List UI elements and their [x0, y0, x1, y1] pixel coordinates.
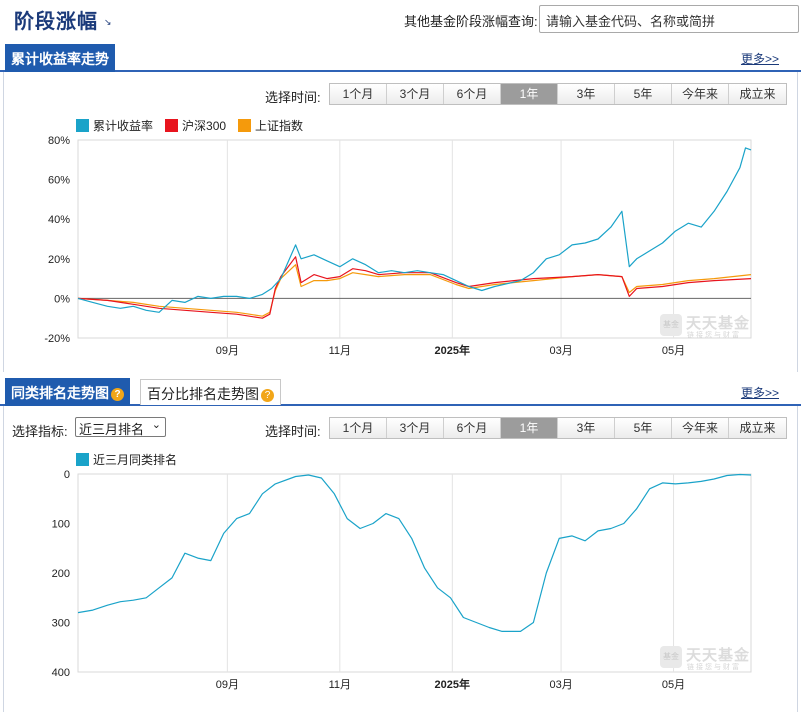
help-icon[interactable]: ? [111, 388, 124, 401]
series-line-0[interactable] [77, 473, 752, 632]
x-tick-label: 03月 [549, 679, 572, 691]
rank-chart-panel: 选择指标: 近三月排名 ⌄ 选择时间: 1个月 3个月 6个月 1年 3年 5年 今年来 成立… [3, 406, 798, 712]
plot-frame [77, 473, 752, 673]
y-tick-label: 80% [48, 135, 70, 147]
top-header: 阶段涨幅 ↘ 其他基金阶段涨幅查询: 请输入基金代码、名称或简拼 [0, 0, 801, 36]
y-tick-label: 40% [48, 214, 70, 226]
page-title: 阶段涨幅 [14, 11, 98, 33]
x-tick-label: 11月 [329, 679, 351, 691]
y-tick-label: 200 [52, 568, 70, 580]
watermark-badge: 基金 [660, 314, 682, 336]
watermark-slogan: 链接您与财富 [687, 332, 741, 339]
title-arrow-icon[interactable]: ↘ [104, 17, 112, 28]
x-tick-label: 2025年 [435, 677, 470, 691]
return-chart-panel: 选择时间: 1个月 3个月 6个月 1年 3年 5年 今年来 成立来 累计收益率 沪深300 上证… [3, 72, 798, 372]
x-tick-label: 2025年 [435, 343, 470, 357]
y-tick-label: 100 [52, 519, 70, 531]
fund-search-input[interactable]: 请输入基金代码、名称或简拼 [539, 5, 799, 33]
section-bar-rank: 同类排名走势图? 百分比排名走势图? 更多>> [0, 378, 801, 406]
x-tick-label: 03月 [549, 345, 572, 357]
x-tick-label: 05月 [662, 345, 685, 357]
y-tick-label: 0% [54, 293, 70, 305]
x-tick-label: 05月 [662, 679, 685, 691]
tab-percentile-label: 百分比排名走势图 [147, 386, 259, 402]
y-tick-label: 60% [48, 175, 70, 187]
x-tick-label: 09月 [216, 345, 239, 357]
watermark-slogan: 链接您与财富 [687, 664, 741, 671]
help-icon[interactable]: ? [261, 389, 274, 402]
watermark-badge: 基金 [660, 646, 682, 668]
tab-peer-rank-trend[interactable]: 同类排名走势图? [5, 378, 130, 406]
x-tick-label: 09月 [216, 679, 239, 691]
tab-cumulative-return[interactable]: 累计收益率走势 [5, 44, 115, 72]
x-tick-label: 11月 [329, 345, 351, 357]
tab-peer-rank-label: 同类排名走势图 [11, 385, 109, 401]
query-label: 其他基金阶段涨幅查询: [404, 14, 538, 29]
watermark-logo: 基金 天天基金 链接您与财富 [660, 312, 752, 340]
watermark-logo: 基金 天天基金 链接您与财富 [660, 644, 752, 672]
series-line-1[interactable] [77, 256, 752, 319]
y-tick-label: 20% [48, 254, 70, 266]
more-link-rank[interactable]: 更多>> [741, 384, 779, 401]
tab-percentile-rank-trend[interactable]: 百分比排名走势图? [140, 379, 281, 405]
y-tick-label: 300 [52, 618, 70, 630]
y-tick-label: 0 [64, 469, 70, 481]
more-link-return[interactable]: 更多>> [741, 50, 779, 67]
section-bar-return: 累计收益率走势 更多>> [0, 44, 801, 72]
y-tick-label: 400 [52, 667, 70, 679]
y-tick-label: -20% [44, 333, 70, 345]
